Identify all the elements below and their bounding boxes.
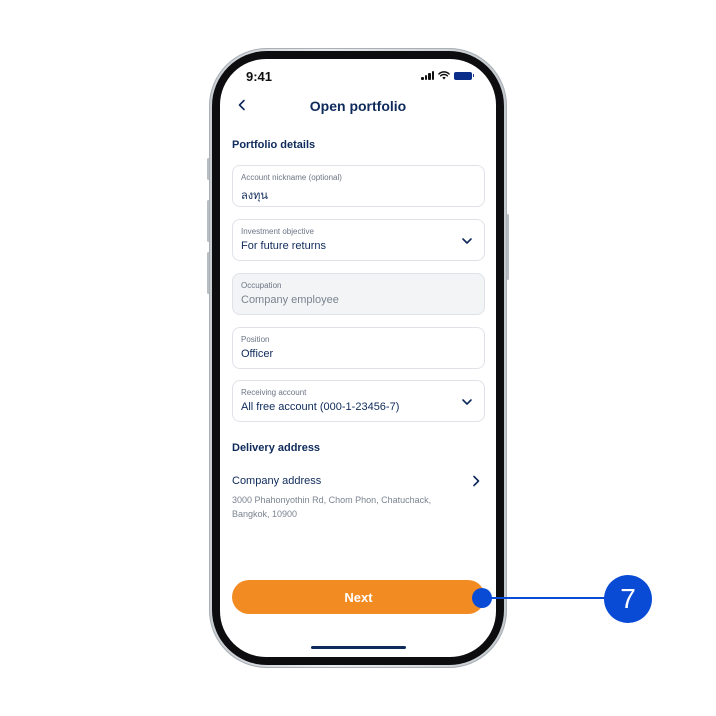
address-line-2: Bangkok, 10900 [232,509,298,519]
chevron-down-icon [462,238,472,244]
company-address-row[interactable]: Company address [232,473,485,491]
address-detail: 3000 Phahonyothin Rd, Chom Phon, Chatuch… [232,493,472,521]
chevron-down-icon [462,399,472,405]
section-title-delivery-address: Delivery address [232,442,321,454]
field-label: Position [241,335,270,344]
home-indicator [311,646,406,649]
field-value: All free account (000-1-23456-7) [241,401,400,413]
field-value: Officer [241,348,274,360]
next-button[interactable]: Next [232,580,485,614]
phone-screen: 9:41 Open portfolio Portfolio details Ac… [220,59,496,657]
account-nickname-field[interactable]: Account nickname (optional) ลงทุน [232,165,485,207]
field-value: For future returns [241,240,326,252]
field-label: Occupation [241,281,282,290]
investment-objective-select[interactable]: Investment objective For future returns [232,219,485,261]
section-title-portfolio-details: Portfolio details [232,139,316,151]
address-line-1: 3000 Phahonyothin Rd, Chom Phon, Chatuch… [232,495,432,505]
page-title: Open portfolio [309,98,407,114]
position-field[interactable]: Position Officer [232,327,485,369]
battery-icon [454,71,474,80]
callout-line [490,597,606,599]
field-value: ลงทุน [241,190,268,202]
occupation-field: Occupation Company employee [232,273,485,315]
status-icons [421,71,474,80]
receiving-account-select[interactable]: Receiving account All free account (000-… [232,380,485,422]
signal-icon [421,71,434,80]
callout-step-badge: 7 [604,575,652,623]
field-label: Receiving account [241,388,307,397]
tutorial-stage: 9:41 Open portfolio Portfolio details Ac… [0,0,716,716]
field-value: Company employee [241,294,339,306]
wifi-icon [438,71,450,80]
field-label: Investment objective [241,227,314,236]
address-title: Company address [232,475,322,487]
callout-dot [472,588,492,608]
chevron-right-icon [473,475,480,487]
status-time: 9:41 [246,69,273,84]
field-label: Account nickname (optional) [241,173,342,182]
